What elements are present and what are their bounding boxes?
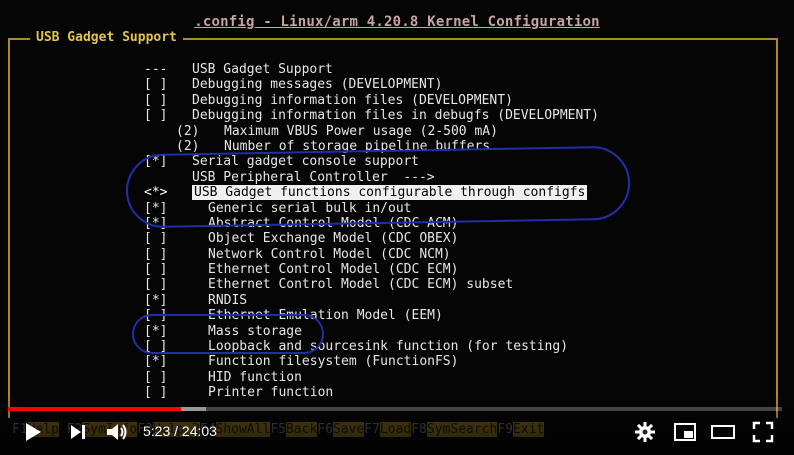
menu-item-label: Debugging messages (DEVELOPMENT): [192, 77, 443, 93]
menu-item[interactable]: [ ] Debugging messages (DEVELOPMENT): [144, 77, 599, 92]
menu-item[interactable]: [ ] Object Exchange Model (CDC OBEX): [144, 231, 599, 246]
menu-item[interactable]: [ ] HID function: [144, 370, 599, 385]
menu-item-marker: (2): [176, 123, 200, 139]
menu-item-label: Abstract Control Model (CDC ACM): [208, 215, 459, 231]
menu-item[interactable]: [*] Mass storage: [144, 324, 599, 339]
menu-item-label: Object Exchange Model (CDC OBEX): [208, 231, 459, 247]
menu-item[interactable]: [*] Serial gadget console support: [144, 154, 599, 169]
menu-item[interactable]: (2) Number of storage pipeline buffers: [144, 139, 599, 154]
menu-item-marker: [*]: [144, 200, 168, 216]
menu-item-label: USB Gadget functions configurable throug…: [192, 185, 588, 201]
menu-item[interactable]: [ ] Loopback and sourcesink function (for…: [144, 339, 599, 354]
menu-item-marker: [ ]: [144, 262, 168, 278]
menu-item-label: Serial gadget console support: [192, 154, 419, 170]
volume-icon: [107, 424, 127, 440]
gear-icon: [635, 422, 655, 442]
menu-list: --- USB Gadget Support [ ] Debugging messag…: [144, 62, 599, 401]
time-display: 5:23 / 24:03: [143, 423, 217, 439]
menu-item[interactable]: [ ] Ethernet Control Model (CDC ECM) subs…: [144, 277, 599, 292]
menu-item-marker: [ ]: [144, 308, 168, 324]
menu-item-label: Function filesystem (FunctionFS): [208, 354, 459, 370]
menu-item-label: RNDIS: [208, 292, 248, 308]
menu-item[interactable]: [ ] Ethernet Emulation Model (EEM): [144, 308, 599, 323]
terminal-window: .config - Linux/arm 4.20.8 Kernel Config…: [0, 0, 794, 455]
volume-button[interactable]: [102, 420, 132, 444]
menu-item-marker: [*]: [144, 154, 168, 170]
menu-item[interactable]: --- USB Gadget Support: [144, 62, 599, 77]
menu-title: USB Gadget Support: [30, 30, 183, 45]
menu-item-marker: (2): [176, 138, 200, 154]
menu-item[interactable]: USB Peripheral Controller --->: [144, 170, 599, 185]
menu-item-label: Debugging information files (DEVELOPMENT…: [192, 92, 513, 108]
menu-item-label: Ethernet Control Model (CDC ECM) subset: [208, 277, 514, 293]
menu-item-label: Debugging information files in debugfs (…: [192, 108, 599, 124]
menu-item-label: HID function: [208, 369, 302, 385]
menu-item-marker: [ ]: [144, 108, 168, 124]
window-title: .config - Linux/arm 4.20.8 Kernel Config…: [194, 14, 600, 30]
menu-item-marker: [ ]: [144, 77, 168, 93]
menu-item-label: USB Gadget Support: [192, 62, 333, 77]
menu-item-label: Network Control Model (CDC NCM): [208, 246, 451, 262]
menu-item-label: Ethernet Control Model (CDC ECM): [208, 262, 459, 278]
menu-item[interactable]: [ ] Debugging information files (DEVELOPM…: [144, 93, 599, 108]
menu-item-marker: [ ]: [144, 246, 168, 262]
menu-item-marker: [ ]: [144, 369, 168, 385]
menu-item-marker: [ ]: [144, 277, 168, 293]
menu-item-marker: [*]: [144, 292, 168, 308]
menu-item-marker: [*]: [144, 354, 168, 370]
menu-item-marker: [*]: [144, 215, 168, 231]
menu-item-marker: [*]: [144, 323, 168, 339]
menu-item[interactable]: <*> USB Gadget functions configurable thr…: [144, 185, 599, 201]
menu-item-label: Mass storage: [208, 323, 302, 339]
menu-item-marker: [ ]: [144, 92, 168, 108]
settings-button[interactable]: [632, 420, 658, 444]
menu-item[interactable]: [*] Abstract Control Model (CDC ACM): [144, 216, 599, 231]
menu-item-label: Generic serial bulk in/out: [208, 200, 412, 216]
menu-item[interactable]: [*] RNDIS: [144, 293, 599, 308]
menu-item-marker: <*>: [144, 185, 168, 201]
menu-item[interactable]: [*] Function filesystem (FunctionFS): [144, 354, 599, 369]
play-button[interactable]: [18, 420, 48, 444]
theater-icon: [711, 425, 735, 439]
next-button[interactable]: [64, 420, 92, 444]
progress-played[interactable]: [8, 407, 182, 411]
menu-item-label: Loopback and sourcesink function (for te…: [208, 339, 569, 355]
menu-item[interactable]: [ ] Network Control Model (CDC NCM): [144, 247, 599, 262]
fullscreen-button[interactable]: [748, 420, 778, 444]
theater-mode-button[interactable]: [708, 420, 738, 444]
menu-item-label: Number of storage pipeline buffers: [224, 138, 491, 154]
menu-item-marker: [ ]: [144, 339, 168, 355]
menu-item-label: Maximum VBUS Power usage (2-500 mA): [224, 123, 498, 139]
fullscreen-icon: [752, 421, 774, 443]
menu-item[interactable]: [ ] Ethernet Control Model (CDC ECM): [144, 262, 599, 277]
miniplayer-icon: [674, 423, 696, 441]
menu-item[interactable]: [ ] Debugging information files in debugf…: [144, 108, 599, 123]
play-icon: [26, 423, 41, 441]
menu-item-label: USB Peripheral Controller --->: [192, 169, 435, 185]
menu-item[interactable]: [*] Generic serial bulk in/out: [144, 201, 599, 216]
menu-item-label: Ethernet Emulation Model (EEM): [208, 308, 443, 324]
menu-item-marker: [ ]: [144, 231, 168, 247]
skip-next-icon: [71, 425, 85, 439]
menu-item[interactable]: (2) Maximum VBUS Power usage (2-500 mA): [144, 124, 599, 139]
miniplayer-button[interactable]: [670, 420, 700, 444]
menu-item-marker: ---: [144, 62, 168, 77]
